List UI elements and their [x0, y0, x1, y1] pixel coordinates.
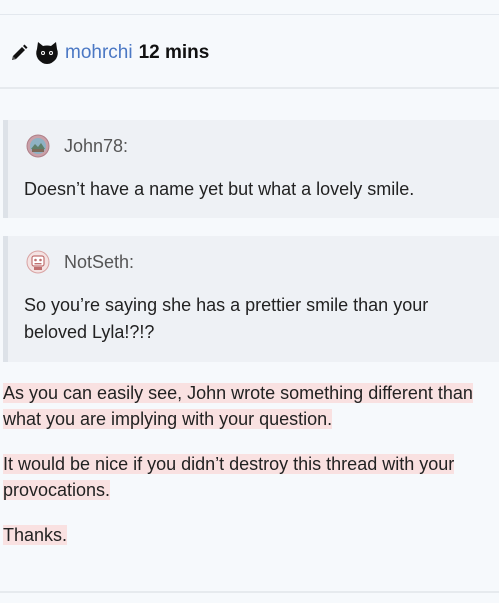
post-paragraph: As you can easily see, John wrote someth…	[3, 380, 499, 432]
post-time[interactable]: 12 mins	[139, 42, 210, 64]
top-divider	[0, 14, 499, 15]
robot-avatar-icon[interactable]	[26, 250, 50, 274]
quote-text: Doesn’t have a name yet but what a lovel…	[24, 179, 415, 199]
highlighted-text: It would be nice if you didn’t destroy t…	[3, 454, 455, 500]
post-header: mohrchi 12 mins	[8, 39, 209, 67]
quote-author-name[interactable]: NotSeth:	[64, 252, 134, 273]
header-divider	[0, 87, 499, 89]
cat-avatar-icon[interactable]	[34, 40, 60, 66]
quote-author: NotSeth:	[26, 250, 134, 274]
highlighted-text: Thanks.	[3, 525, 68, 545]
post-author-link[interactable]: mohrchi	[65, 42, 133, 64]
landscape-avatar-icon[interactable]	[26, 134, 50, 158]
bottom-divider	[0, 591, 499, 593]
pencil-icon[interactable]	[8, 42, 30, 64]
quote-block: John78: Doesn’t have a name yet but what…	[3, 120, 499, 218]
post-paragraph: Thanks.	[3, 522, 68, 548]
quote-text: So you’re saying she has a prettier smil…	[24, 295, 429, 342]
highlighted-text: As you can easily see, John wrote someth…	[3, 383, 473, 429]
quote-author-name[interactable]: John78:	[64, 136, 128, 157]
post-paragraph: It would be nice if you didn’t destroy t…	[3, 451, 499, 503]
quote-author: John78:	[26, 134, 128, 158]
quote-block: NotSeth: So you’re saying she has a pret…	[3, 236, 499, 362]
